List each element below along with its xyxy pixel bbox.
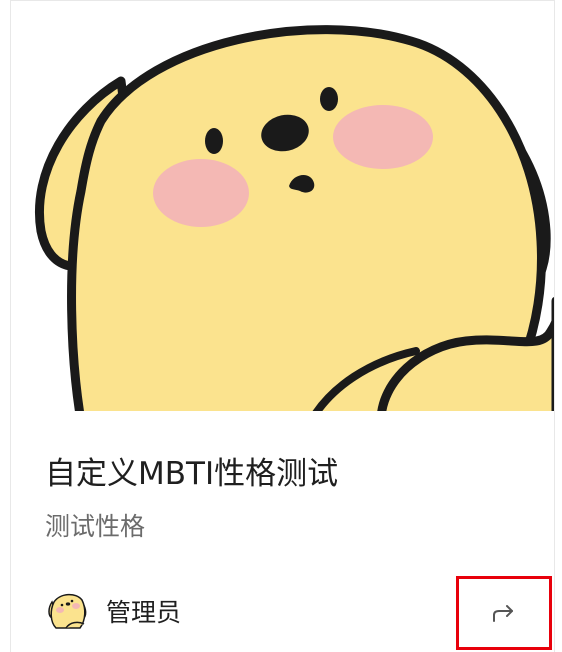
yellow-puppy-avatar <box>48 593 87 629</box>
author-name[interactable]: 管理员 <box>106 593 181 629</box>
quiz-title[interactable]: 自定义MBTI性格测试 <box>45 448 338 493</box>
yellow-puppy-illustration <box>35 25 554 411</box>
avatar[interactable] <box>44 588 90 634</box>
author-info[interactable]: 管理员 <box>44 588 181 634</box>
share-button[interactable] <box>456 576 552 650</box>
cover-image[interactable] <box>11 1 554 411</box>
quiz-card[interactable]: 自定义MBTI性格测试 测试性格 管理员 <box>10 0 555 652</box>
share-icon <box>493 605 513 622</box>
quiz-subtitle: 测试性格 <box>45 512 146 541</box>
